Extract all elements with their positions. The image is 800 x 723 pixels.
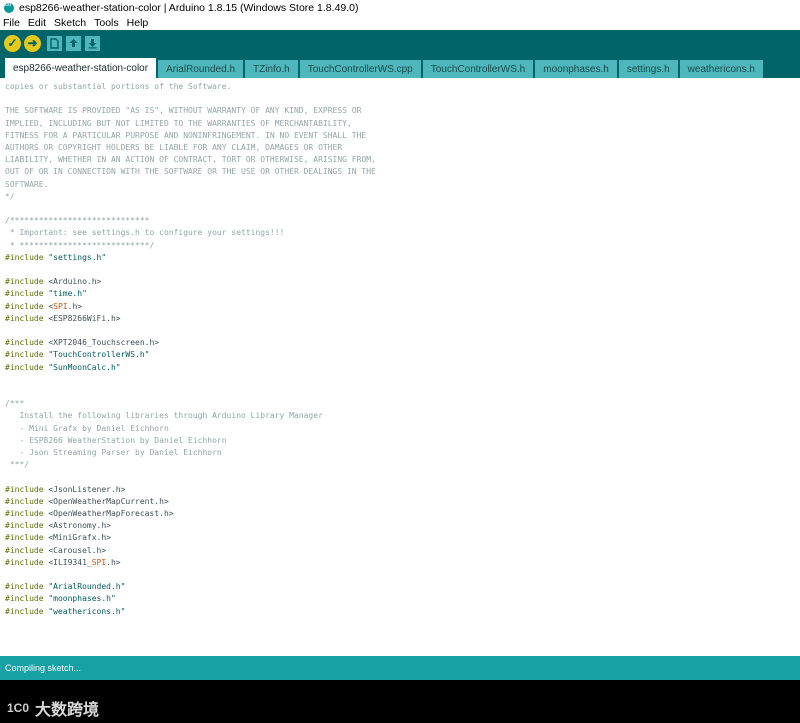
code-line: /*** — [5, 399, 25, 409]
code-line: * ***************************/ — [5, 240, 155, 250]
console-panel: 1C0 大数跨境 — [0, 680, 800, 723]
code-line: #include "TouchControllerWS.h" — [5, 350, 150, 360]
code-line: #include <MiniGrafx.h> — [5, 533, 111, 543]
code-line: #include <ILI9341_SPI.h> — [5, 557, 121, 567]
code-line: #include <Carousel.h> — [5, 545, 107, 555]
window-title: esp8266-weather-station-color | Arduino … — [19, 2, 359, 14]
code-line: FITNESS FOR A PARTICULAR PURPOSE AND NON… — [5, 130, 367, 140]
code-line: - Mini Grafx by Daniel Eichhorn — [5, 423, 169, 433]
open-arrow-up-icon — [69, 38, 78, 47]
menu-bar: File Edit Sketch Tools Help — [0, 16, 800, 30]
tab-strip: esp8266-weather-station-color ArialRound… — [0, 56, 800, 78]
code-editor[interactable]: copies or substantial portions of the So… — [0, 78, 800, 656]
code-line: #include <Astronomy.h> — [5, 521, 111, 531]
new-file-icon — [50, 37, 59, 49]
menu-tools[interactable]: Tools — [91, 17, 124, 29]
code-line: #include <Arduino.h> — [5, 277, 102, 287]
checkmark-icon: ✓ — [7, 36, 18, 50]
tab-settings-h[interactable]: settings.h — [618, 60, 678, 78]
save-button[interactable] — [85, 35, 100, 51]
tab-arialrounded-h[interactable]: ArialRounded.h — [158, 60, 244, 78]
menu-edit[interactable]: Edit — [25, 17, 51, 29]
code-line: #include <ESP8266WiFi.h> — [5, 313, 121, 323]
code-line: LIABILITY, WHETHER IN AN ACTION OF CONTR… — [5, 155, 376, 165]
code-line: ***/ — [5, 460, 30, 470]
tab-touchcontrollerws-cpp[interactable]: TouchControllerWS.cpp — [299, 60, 421, 78]
status-text: Compiling sketch... — [5, 663, 82, 673]
tab-tzinfo-h[interactable]: TZinfo.h — [245, 60, 298, 78]
menu-help[interactable]: Help — [124, 17, 154, 29]
code-line: AUTHORS OR COPYRIGHT HOLDERS BE LIABLE F… — [5, 143, 343, 152]
code-line: */ — [5, 191, 15, 201]
code-line: #include <SPI.h> — [5, 301, 83, 311]
title-bar: esp8266-weather-station-color | Arduino … — [0, 0, 800, 16]
code-line: Install the following libraries through … — [5, 411, 323, 421]
code-line: #include <OpenWeatherMapCurrent.h> — [5, 496, 169, 506]
open-button[interactable] — [66, 35, 81, 51]
code-line: #include "moonphases.h" — [5, 594, 116, 604]
menu-file[interactable]: File — [0, 17, 25, 29]
new-button[interactable] — [47, 35, 62, 51]
code-line: THE SOFTWARE IS PROVIDED "AS IS", WITHOU… — [5, 106, 362, 116]
status-bar: Compiling sketch... — [0, 656, 800, 680]
code-line: copies or substantial portions of the So… — [5, 82, 232, 91]
code-line: - Json Streaming Parser by Daniel Eichho… — [5, 448, 222, 457]
arduino-app-icon — [4, 0, 14, 13]
watermark-logo: 1C0 — [7, 701, 30, 715]
tab-touchcontrollerws-h[interactable]: TouchControllerWS.h — [422, 60, 534, 78]
code-line: #include "settings.h" — [5, 252, 107, 262]
code-line: #include "ArialRounded.h" — [5, 582, 126, 592]
arrow-right-icon: ➜ — [27, 36, 38, 50]
code-line: /***************************** — [5, 216, 150, 226]
code-line: OUT OF OR IN CONNECTION WITH THE SOFTWAR… — [5, 167, 376, 177]
tab-weathericons-h[interactable]: weathericons.h — [679, 60, 763, 78]
toolbar: ✓ ➜ — [0, 30, 800, 56]
watermark-text: 大数跨境 — [35, 702, 100, 719]
watermark: 1C0 大数跨境 — [7, 696, 99, 720]
upload-button[interactable]: ➜ — [24, 34, 41, 52]
code-line: SOFTWARE. — [5, 179, 49, 189]
save-arrow-down-icon — [88, 38, 97, 48]
code-line: #include "time.h" — [5, 289, 87, 299]
code-line: #include "weathericons.h" — [5, 606, 126, 616]
tab-moonphases-h[interactable]: moonphases.h — [535, 60, 617, 78]
code-line: #include "SunMoonCalc.h" — [5, 362, 121, 372]
verify-button[interactable]: ✓ — [4, 34, 21, 52]
code-line: IMPLIED, INCLUDING BUT NOT LIMITED TO TH… — [5, 118, 352, 128]
code-line: #include <OpenWeatherMapForecast.h> — [5, 509, 174, 518]
code-line: - ESP8266 WeatherStation by Daniel Eichh… — [5, 435, 227, 445]
code-line: #include <JsonListener.h> — [5, 484, 126, 494]
code-line: #include <XPT2046_Touchscreen.h> — [5, 338, 160, 348]
menu-sketch[interactable]: Sketch — [51, 17, 91, 29]
code-line: * Important: see settings.h to configure… — [5, 228, 285, 238]
tab-esp8266-weather-station-color[interactable]: esp8266-weather-station-color — [5, 58, 157, 78]
